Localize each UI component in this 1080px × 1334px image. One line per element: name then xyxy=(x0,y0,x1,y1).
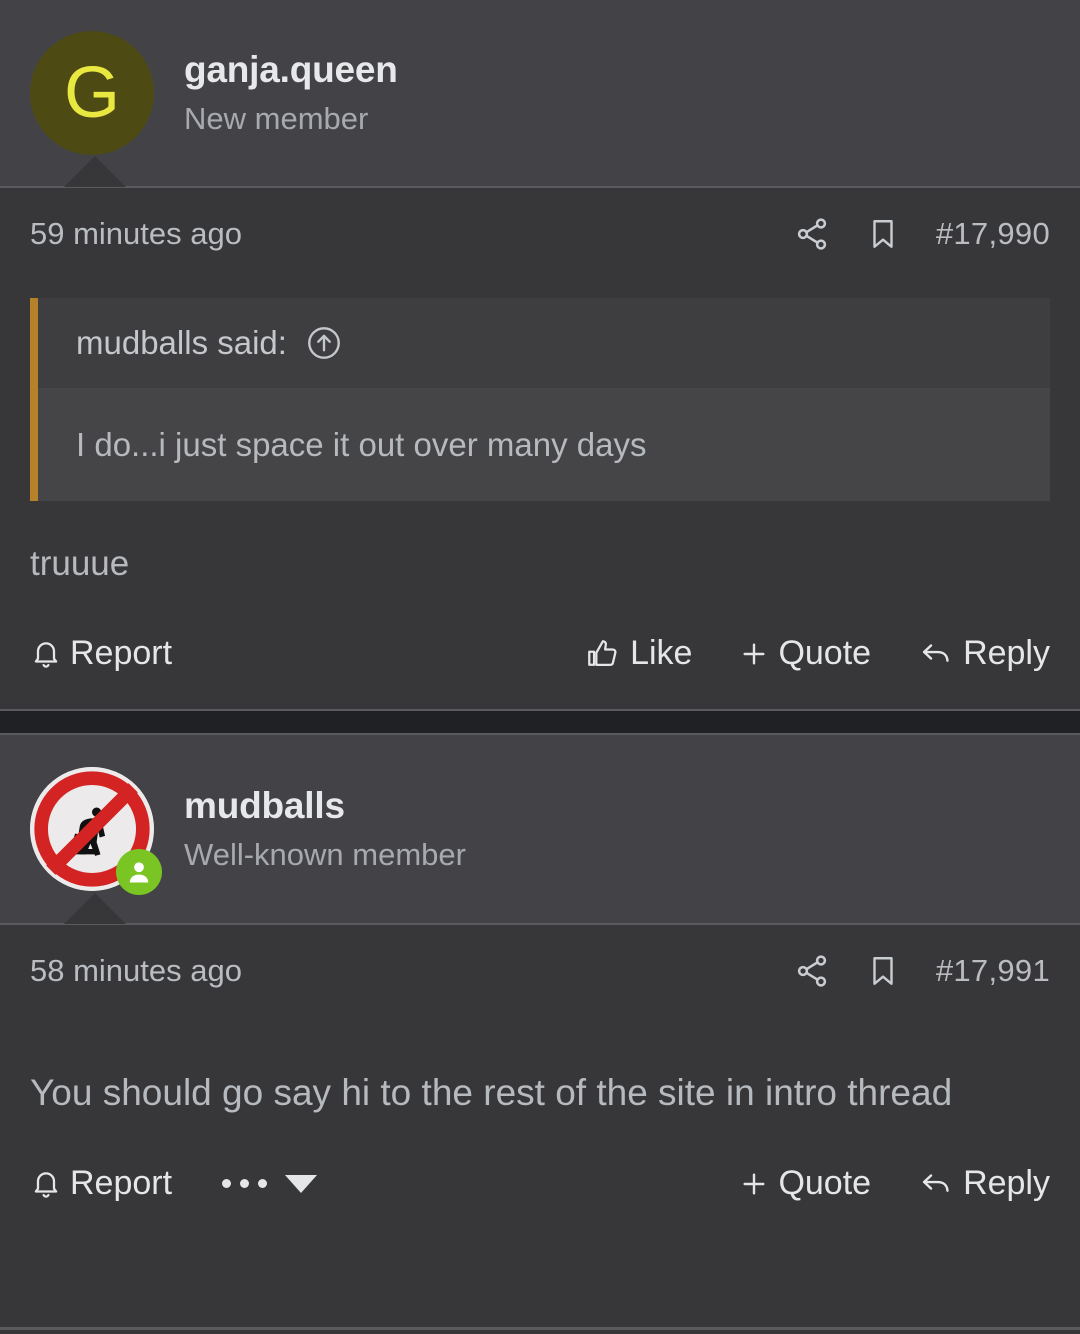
bookmark-icon[interactable] xyxy=(866,216,900,252)
post-timestamp[interactable]: 58 minutes ago xyxy=(30,953,242,989)
blockquote: mudballs said: I do...i just space it ou… xyxy=(30,298,1050,502)
reply-label: Reply xyxy=(963,634,1050,673)
thread-post-list: G ganja.queen New member 59 minutes ago xyxy=(0,0,1080,1334)
post-meta-row: 59 minutes ago #17,990 xyxy=(30,188,1050,280)
more-options-menu[interactable] xyxy=(222,1174,318,1193)
user-meta: ganja.queen New member xyxy=(184,49,398,136)
bell-icon xyxy=(30,1168,62,1200)
post-17990: G ganja.queen New member 59 minutes ago xyxy=(0,0,1080,709)
quote-label: Quote xyxy=(778,1164,872,1203)
report-label: Report xyxy=(70,634,173,673)
bookmark-icon[interactable] xyxy=(866,953,900,989)
post-separator xyxy=(0,708,1080,735)
post-body: 59 minutes ago #17,990 mudballs said: I … xyxy=(0,188,1080,709)
reply-button[interactable]: Reply xyxy=(917,634,1050,673)
quote-button[interactable]: Quote xyxy=(738,1164,871,1203)
plus-icon xyxy=(738,1168,770,1200)
blockquote-author[interactable]: mudballs said: xyxy=(76,324,287,362)
share-icon[interactable] xyxy=(794,216,830,252)
post-meta-actions: #17,990 xyxy=(794,216,1050,252)
thumbs-up-icon xyxy=(586,637,622,671)
bottom-divider xyxy=(0,1327,1080,1330)
plus-icon xyxy=(738,638,770,670)
post-actions: Report Quote Reply xyxy=(30,1129,1050,1239)
user-meta: mudballs Well-known member xyxy=(184,785,466,872)
post-actions-right: Like Quote Reply xyxy=(586,634,1050,673)
post-header[interactable]: mudballs Well-known member xyxy=(0,734,1080,924)
username-link[interactable]: ganja.queen xyxy=(184,49,398,92)
post-timestamp[interactable]: 59 minutes ago xyxy=(30,216,242,252)
post-message-text: truuue xyxy=(30,544,130,584)
avatar[interactable]: G xyxy=(30,31,154,155)
ellipsis-icon xyxy=(222,1179,268,1189)
post-header[interactable]: G ganja.queen New member xyxy=(0,0,1080,187)
user-title: New member xyxy=(184,100,369,136)
post-notch xyxy=(64,156,126,187)
post-meta-row: 58 minutes ago #17,991 xyxy=(30,925,1050,1017)
report-button[interactable]: Report xyxy=(30,634,172,673)
post-number[interactable]: #17,990 xyxy=(936,216,1050,252)
post-actions-right: Quote Reply xyxy=(738,1164,1050,1203)
quote-button[interactable]: Quote xyxy=(738,634,871,673)
post-actions-left: Report xyxy=(30,1164,318,1203)
reply-arrow-icon xyxy=(917,1167,955,1201)
username-link[interactable]: mudballs xyxy=(184,785,466,828)
avatar-letter-ganja-queen[interactable]: G xyxy=(30,31,154,155)
reply-button[interactable]: Reply xyxy=(917,1164,1050,1203)
post-number[interactable]: #17,991 xyxy=(936,953,1050,989)
report-label: Report xyxy=(70,1164,173,1203)
circle-up-arrow-icon[interactable] xyxy=(305,324,343,362)
online-status-badge xyxy=(116,848,162,895)
reply-arrow-icon xyxy=(917,637,955,671)
post-body: 58 minutes ago #17,991 You should go say… xyxy=(0,924,1080,1239)
avatar[interactable] xyxy=(30,766,162,895)
post-17991: mudballs Well-known member 58 minutes ag… xyxy=(0,734,1080,1239)
post-actions-left: Report xyxy=(30,634,172,673)
quote-label: Quote xyxy=(778,634,872,673)
share-icon[interactable] xyxy=(794,953,830,989)
blockquote-header: mudballs said: xyxy=(38,298,1050,390)
reply-label: Reply xyxy=(963,1164,1050,1203)
blockquote-text: I do...i just space it out over many day… xyxy=(38,390,1050,502)
post-message-text: You should go say hi to the rest of the … xyxy=(30,1071,953,1113)
report-button[interactable]: Report xyxy=(30,1164,172,1203)
post-meta-actions: #17,991 xyxy=(794,953,1050,989)
post-notch xyxy=(64,892,126,924)
like-label: Like xyxy=(630,634,693,673)
bell-icon xyxy=(30,638,62,670)
like-button[interactable]: Like xyxy=(586,634,692,673)
post-actions: Report Like Quote Reply xyxy=(30,599,1050,709)
chevron-down-icon xyxy=(285,1174,318,1193)
user-title: Well-known member xyxy=(184,836,466,872)
